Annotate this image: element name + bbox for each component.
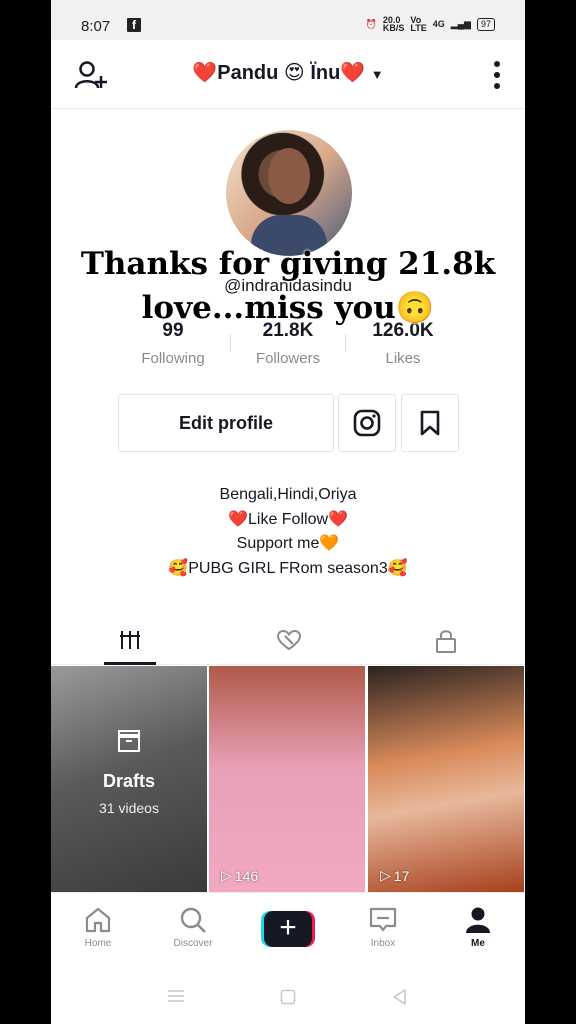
menu-icon[interactable]	[166, 988, 186, 1004]
status-time: 8:07	[81, 18, 111, 35]
view-count: ▷ 17	[380, 867, 409, 884]
username-label: ❤️Pandu 😍 Ïnu❤️	[192, 62, 366, 84]
profile-bio: Bengali,Hindi,Oriya ❤️Like Follow❤️ Supp…	[51, 483, 525, 581]
followers-label: Followers	[255, 350, 321, 367]
play-icon: ▷	[380, 867, 391, 883]
grid-icon	[120, 631, 140, 649]
status-indicators: ⏰ 20.0 KB/S Vo LTE 4G ▂▄▆ 97	[365, 15, 495, 33]
bookmark-button[interactable]	[401, 394, 459, 452]
bookmark-icon	[420, 410, 440, 436]
alarm-icon: ⏰	[365, 18, 377, 29]
video-tile[interactable]: ▷ 17	[368, 666, 524, 892]
nav-label: Me	[471, 938, 485, 949]
tab-videos[interactable]	[51, 612, 209, 665]
tab-private[interactable]	[367, 612, 525, 664]
net-speed: 20.0 KB/S	[382, 15, 405, 33]
instagram-icon	[353, 409, 381, 437]
search-icon	[180, 907, 206, 933]
kebab-icon[interactable]	[491, 60, 503, 90]
signal-icon: ▂▄▆	[450, 18, 471, 29]
status-bar: 8:07 f ⏰ 20.0 KB/S Vo LTE 4G ▂▄▆ 97	[51, 0, 525, 40]
lock-icon	[436, 630, 456, 653]
profile-tabs	[51, 612, 525, 665]
instagram-button[interactable]	[338, 394, 396, 452]
drafts-tile[interactable]: Drafts 31 videos	[51, 666, 207, 892]
avatar-face	[268, 148, 310, 204]
back-icon[interactable]	[391, 988, 407, 1006]
stat-divider	[230, 334, 231, 352]
nav-discover[interactable]: Discover	[153, 893, 233, 963]
view-count-value: 146	[234, 867, 259, 884]
create-button[interactable]: +	[261, 911, 315, 947]
chevron-down-icon: ▼	[370, 67, 384, 82]
video-grid: Drafts 31 videos ▷ 146 ▷ 17	[51, 666, 525, 892]
system-nav-bar	[51, 962, 525, 1024]
play-icon: ▷	[221, 867, 232, 883]
username-switcher[interactable]: ❤️Pandu 😍 Ïnu❤️ ▼	[51, 60, 525, 85]
nav-home[interactable]: Home	[58, 893, 138, 963]
bio-line: 🥰PUBG GIRL FRom season3🥰	[168, 559, 408, 577]
nav-label: Inbox	[370, 938, 396, 949]
tab-indicator	[104, 662, 156, 665]
nav-me[interactable]: Me	[438, 893, 518, 963]
nav-inbox[interactable]: Inbox	[343, 893, 423, 963]
profile-header: ❤️Pandu 😍 Ïnu❤️ ▼	[51, 40, 525, 109]
bio-line: Support me🧡	[236, 535, 340, 552]
stat-divider	[345, 334, 346, 352]
view-count: ▷ 146	[221, 867, 258, 884]
volte-label: Vo LTE	[410, 15, 427, 33]
nav-label: Discover	[173, 938, 213, 949]
facebook-icon: f	[127, 18, 141, 32]
overlay-line: love...miss you🙃	[141, 290, 435, 326]
view-count-value: 17	[393, 867, 410, 884]
battery-icon: 97	[476, 17, 495, 31]
inbox-icon	[369, 907, 397, 932]
edit-profile-button[interactable]: Edit profile	[118, 394, 334, 452]
overlay-caption: Thanks for giving 21.8k love...miss you🙃	[0, 242, 576, 330]
following-label: Following	[141, 350, 205, 367]
tab-liked[interactable]	[209, 612, 367, 664]
drafts-title: Drafts	[102, 771, 155, 791]
home-square-icon[interactable]	[280, 989, 296, 1005]
video-tile[interactable]: ▷ 146	[209, 666, 365, 892]
nav-label: Home	[84, 938, 112, 949]
bio-line: ❤️Like Follow❤️	[228, 510, 348, 528]
overlay-line: Thanks for giving 21.8k	[80, 246, 496, 282]
plus-icon: +	[264, 911, 312, 947]
avatar[interactable]	[226, 130, 352, 256]
bottom-nav: Home Discover + Inbox Me	[51, 892, 525, 963]
home-icon	[85, 907, 111, 933]
bio-line: Bengali,Hindi,Oriya	[219, 486, 357, 503]
profile-icon	[466, 907, 490, 933]
liked-icon	[276, 629, 302, 651]
drafts-icon	[118, 730, 140, 752]
drafts-count: 31 videos	[99, 800, 159, 816]
signal-label: 4G	[432, 19, 445, 29]
likes-label: Likes	[385, 350, 421, 367]
phone-screen: 8:07 f ⏰ 20.0 KB/S Vo LTE 4G ▂▄▆ 97 ❤️Pa…	[51, 0, 525, 1024]
